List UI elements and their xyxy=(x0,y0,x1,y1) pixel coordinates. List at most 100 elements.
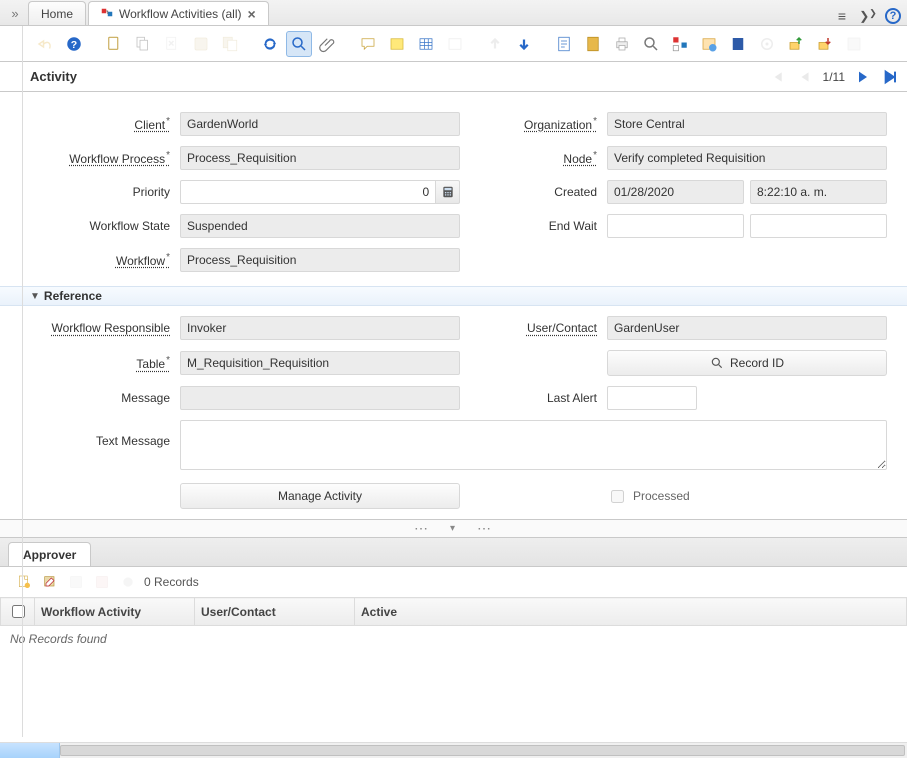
label-last-alert: Last Alert xyxy=(487,391,597,405)
collapse-chevron-icon[interactable]: ❯❯ xyxy=(859,7,877,25)
first-record-icon xyxy=(767,67,787,87)
field-table[interactable]: M_Requisition_Requisition xyxy=(180,351,460,375)
field-workflow-process[interactable]: Process_Requisition xyxy=(180,146,460,170)
chat-icon[interactable] xyxy=(355,31,381,57)
active-workflow-icon[interactable] xyxy=(667,31,693,57)
expand-sidebar-icon[interactable]: » xyxy=(6,1,24,25)
save-new-icon xyxy=(217,31,243,57)
label-workflow-process[interactable]: Workflow Process* xyxy=(30,150,170,166)
label-node[interactable]: Node* xyxy=(487,150,597,166)
zoom-icon[interactable] xyxy=(638,31,664,57)
report-icon[interactable] xyxy=(551,31,577,57)
new-record-icon[interactable] xyxy=(101,31,127,57)
grid-col-active[interactable]: Active xyxy=(355,598,907,626)
label-organization[interactable]: Organization* xyxy=(487,116,597,132)
field-client[interactable]: GardenWorld xyxy=(180,112,460,136)
import-icon[interactable] xyxy=(812,31,838,57)
tab-home-label: Home xyxy=(41,7,73,21)
field-end-wait-date[interactable] xyxy=(607,214,744,238)
grid-col-workflow-activity[interactable]: Workflow Activity xyxy=(35,598,195,626)
detail-edit-icon[interactable] xyxy=(40,572,60,592)
last-record-icon[interactable] xyxy=(881,67,901,87)
field-workflow-state[interactable]: Suspended xyxy=(180,214,460,238)
section-toggle-icon[interactable]: ▼ xyxy=(30,291,40,302)
page-title: Activity xyxy=(30,69,77,84)
grid-horizontal-scrollbar[interactable] xyxy=(0,742,907,758)
svg-text:?: ? xyxy=(71,38,77,50)
field-end-wait-time[interactable] xyxy=(750,214,887,238)
splitter-chevron-icon[interactable]: ▾ xyxy=(450,523,457,534)
splitter-bar[interactable]: ⋯ ▾ ⋯ xyxy=(0,519,907,537)
customize-grid-icon xyxy=(442,31,468,57)
attachment-icon[interactable] xyxy=(315,31,341,57)
tab-close-icon[interactable]: × xyxy=(247,7,255,21)
find-icon[interactable] xyxy=(286,31,312,57)
splitter-dots-left[interactable]: ⋯ xyxy=(414,520,430,537)
grid-toggle-icon[interactable] xyxy=(413,31,439,57)
label-client[interactable]: Client* xyxy=(30,116,170,132)
delete-record-icon xyxy=(159,31,185,57)
scrollbar-track[interactable] xyxy=(60,745,905,756)
help-icon[interactable]: ? xyxy=(61,31,87,57)
label-text-message: Text Message xyxy=(30,420,170,448)
field-created-date[interactable]: 01/28/2020 xyxy=(607,180,744,204)
manage-activity-button-label: Manage Activity xyxy=(278,489,362,503)
save-record-icon xyxy=(188,31,214,57)
window-tab-strip: » Home Workflow Activities (all) × ≡ ❯❯ … xyxy=(0,0,907,26)
label-created: Created xyxy=(487,185,597,199)
record-navigator: 1/11 xyxy=(767,67,901,87)
tab-approver-label: Approver xyxy=(23,548,76,562)
request-icon[interactable] xyxy=(696,31,722,57)
processed-label: Processed xyxy=(633,489,690,503)
copy-record-icon[interactable] xyxy=(130,31,156,57)
field-user-contact[interactable]: GardenUser xyxy=(607,316,887,340)
record-header: Activity 1/11 xyxy=(0,62,907,92)
menu-icon[interactable]: ≡ xyxy=(833,7,851,25)
tab-home[interactable]: Home xyxy=(28,1,86,25)
search-icon xyxy=(710,356,724,370)
grid-select-all-header[interactable] xyxy=(1,598,35,626)
print-icon[interactable] xyxy=(609,31,635,57)
product-info-icon[interactable] xyxy=(725,31,751,57)
field-priority[interactable] xyxy=(180,180,436,204)
field-workflow-responsible[interactable]: Invoker xyxy=(180,316,460,340)
section-reference[interactable]: ▼ Reference xyxy=(0,286,907,306)
field-node[interactable]: Verify completed Requisition xyxy=(607,146,887,170)
field-last-alert[interactable] xyxy=(607,386,697,410)
field-message[interactable] xyxy=(180,386,460,410)
grid-body-empty xyxy=(0,652,907,742)
field-created-time[interactable]: 8:22:10 a. m. xyxy=(750,180,887,204)
processed-checkbox xyxy=(611,490,624,503)
record-id-button-label: Record ID xyxy=(730,356,784,370)
field-text-message[interactable] xyxy=(180,420,887,470)
label-workflow[interactable]: Workflow* xyxy=(30,252,170,268)
grid-frozen-columns-indicator xyxy=(0,743,60,758)
approver-grid: Workflow Activity User/Contact Active xyxy=(0,597,907,626)
detail-record-icon[interactable] xyxy=(511,31,537,57)
record-id-button[interactable]: Record ID xyxy=(607,350,887,376)
manage-activity-button[interactable]: Manage Activity xyxy=(180,483,460,509)
detail-save-icon xyxy=(66,572,86,592)
detail-delete-icon xyxy=(92,572,112,592)
label-user-contact[interactable]: User/Contact xyxy=(487,321,597,335)
archive-icon[interactable] xyxy=(580,31,606,57)
tab-workflow-activities[interactable]: Workflow Activities (all) × xyxy=(88,1,269,25)
help-global-icon[interactable]: ? xyxy=(885,8,901,24)
field-organization[interactable]: Store Central xyxy=(607,112,887,136)
detail-new-icon[interactable] xyxy=(14,572,34,592)
parent-record-icon xyxy=(482,31,508,57)
field-workflow[interactable]: Process_Requisition xyxy=(180,248,460,272)
refresh-icon[interactable] xyxy=(257,31,283,57)
note-icon[interactable] xyxy=(384,31,410,57)
tab-approver[interactable]: Approver xyxy=(8,542,91,566)
window-tabs: Home Workflow Activities (all) × xyxy=(28,1,269,25)
export-icon[interactable] xyxy=(783,31,809,57)
label-table[interactable]: Table* xyxy=(30,355,170,371)
next-record-icon[interactable] xyxy=(853,67,873,87)
splitter-dots-right[interactable]: ⋯ xyxy=(477,520,493,537)
previous-record-icon xyxy=(795,67,815,87)
grid-col-user-contact[interactable]: User/Contact xyxy=(195,598,355,626)
calculator-icon[interactable] xyxy=(436,180,460,204)
left-gutter-divider xyxy=(22,26,23,737)
label-workflow-responsible[interactable]: Workflow Responsible xyxy=(30,321,170,335)
